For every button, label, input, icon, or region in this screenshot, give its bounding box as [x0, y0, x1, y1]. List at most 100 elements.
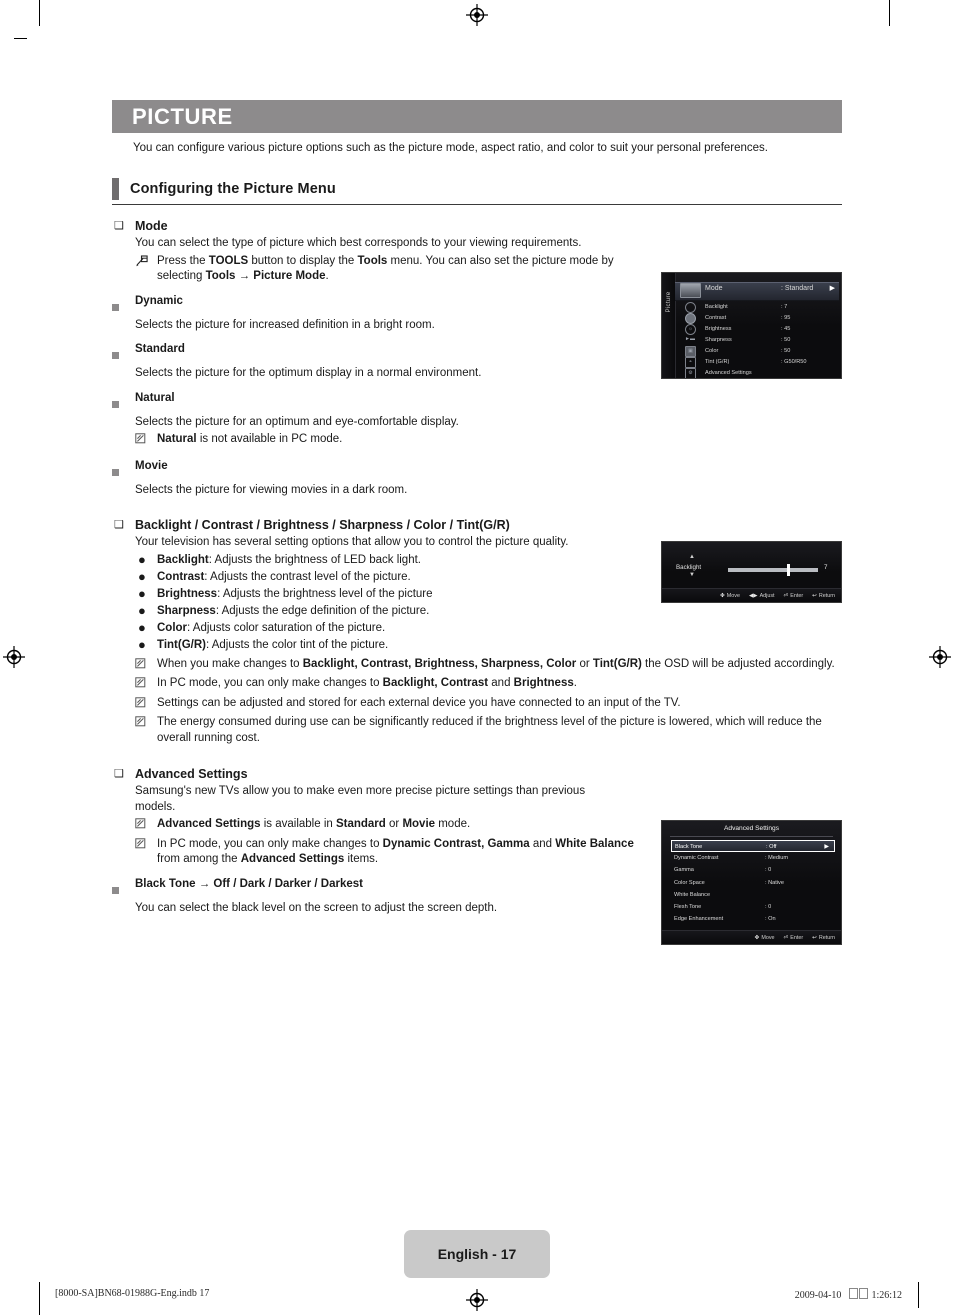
controls-note-2: In PC mode, you can only make changes to…	[135, 676, 842, 694]
control-desc-color: : Adjusts color saturation of the pictur…	[187, 621, 386, 634]
crop-mark-top-left-h	[14, 38, 27, 39]
down-arrow-icon[interactable]: ▼	[689, 572, 695, 578]
osd-row-brightness[interactable]: Brightness : 45	[705, 324, 841, 335]
osd-row-contrast[interactable]: Contrast : 95	[705, 313, 841, 324]
osd-row-sharpness[interactable]: Sharpness : 50	[705, 335, 841, 346]
note1-p2: or	[576, 657, 593, 670]
footer-timestamp-time: 1:26:12	[871, 1290, 902, 1301]
crop-mark-top-right	[889, 0, 890, 26]
missing-glyph-icon	[849, 1288, 859, 1299]
mode-intro: You can select the type of picture which…	[135, 237, 582, 249]
note-pencil-icon	[135, 432, 157, 450]
osd-row-backlight[interactable]: Backlight : 7	[705, 302, 841, 313]
footer-return[interactable]: ↩ Return	[812, 935, 835, 941]
backlight-slider-handle[interactable]	[787, 564, 790, 576]
osd-adv-row-edge-enhancement[interactable]: Edge Enhancement : On	[671, 913, 835, 925]
advanced-black-tone: Black Tone → Off / Dark / Darker / Darke…	[112, 877, 657, 899]
osd-backlight-footer: ✤ Move ◀▶ Adjust ⏎ Enter ↩ Return	[662, 588, 841, 602]
advnote2-p3: from among the	[157, 853, 241, 865]
natural-note-rest: is not available in PC mode.	[196, 433, 343, 445]
control-term-sharpness: Sharpness	[157, 604, 216, 617]
advnote1-b2: Standard	[335, 818, 386, 830]
page-number-label: English - 17	[437, 1246, 517, 1262]
osd-adv-dynamic-contrast-label: Dynamic Contrast	[674, 855, 719, 862]
circle-icon	[685, 302, 696, 313]
osd-adv-row-dynamic-contrast[interactable]: Dynamic Contrast : Medium	[671, 852, 835, 864]
osd-row-mode[interactable]: Mode : Standard ▶	[705, 283, 841, 294]
footer-return-label: Return	[818, 934, 835, 941]
note1-b2: Tint(G/R)	[592, 657, 642, 670]
footer-enter[interactable]: ⏎ Enter	[784, 593, 804, 599]
natural-bold: Natural	[157, 433, 197, 445]
control-desc-backlight: : Adjusts the brightness of LED back lig…	[208, 553, 421, 566]
osd-row-backlight-value: : 7	[781, 304, 788, 310]
topic-controls: ❑ Backlight / Contrast / Brightness / Sh…	[112, 517, 842, 533]
advnote2-p4: items.	[344, 853, 379, 865]
note-pencil-icon	[135, 696, 157, 714]
move-icon: ✤	[754, 934, 760, 941]
up-arrow-icon[interactable]: ▲	[689, 554, 695, 560]
note-pencil-icon	[135, 817, 157, 835]
footer-return-label: Return	[818, 592, 835, 599]
mode-item-natural-desc: Selects the picture for an optimum and e…	[135, 415, 459, 428]
section-heading: Configuring the Picture Menu	[112, 178, 842, 205]
enter-icon: ⏎	[783, 592, 789, 599]
return-icon: ↩	[812, 934, 817, 941]
osd-row-advanced-settings[interactable]: Advanced Settings	[705, 368, 841, 378]
advanced-note-1-text: Advanced Settings is available in Standa…	[157, 817, 657, 835]
control-bullet-color: ● Color: Adjusts color saturation of the…	[135, 620, 657, 636]
footer-move[interactable]: ✤ Move	[755, 935, 775, 941]
mode-tools-note: Press the TOOLS button to display the To…	[135, 254, 657, 285]
osd-row-sharpness-value: : 50	[781, 337, 791, 343]
note1-p1: When you make changes to	[157, 657, 303, 670]
advanced-intro: Samsung's new TVs allow you to make even…	[135, 785, 586, 813]
note2-p1: In PC mode, you can only make changes to	[157, 677, 383, 689]
footer-adjust[interactable]: ◀▶ Adjust	[749, 593, 775, 599]
osd-row-color[interactable]: Color : 50	[705, 346, 841, 357]
osd-adv-row-color-space[interactable]: Color Space : Native	[671, 877, 835, 889]
footer-enter-label: Enter	[790, 934, 804, 941]
footer-enter[interactable]: ⏎ Enter	[784, 935, 804, 941]
advanced-note-2: In PC mode, you can only make changes to…	[135, 837, 657, 868]
chapter-description: You can configure various picture option…	[133, 142, 768, 154]
advnote2-p2: and	[529, 837, 556, 850]
osd-row-contrast-label: Contrast	[705, 315, 727, 321]
advnote2-b3: Advanced Settings	[240, 853, 345, 865]
note-pencil-icon	[135, 676, 157, 694]
osd-adv-row-black-tone[interactable]: Black Tone : Off ▶	[671, 840, 835, 853]
tools-note-part-a: Press the	[157, 254, 209, 267]
controls-note-3: Settings can be adjusted and stored for …	[135, 696, 842, 714]
osd-adv-row-white-balance[interactable]: White Balance	[671, 889, 835, 901]
square-marker-icon	[112, 294, 135, 316]
osd-row-tint[interactable]: Tint (G/R) : G50/R50	[705, 357, 841, 368]
osd-picture-rows: Mode : Standard ▶ Backlight : 7 Contrast…	[705, 273, 841, 378]
osd-picture-tab-label: Picture	[666, 291, 672, 313]
footer-adjust-label: Adjust	[759, 592, 775, 599]
advnote1-b3: Movie	[402, 818, 436, 830]
control-bullet-backlight: ● Backlight: Adjusts the brightness of L…	[135, 552, 657, 568]
topic-mode-heading: Mode	[135, 219, 168, 233]
osd-adv-flesh-tone-value: : 0	[765, 903, 772, 910]
note-pencil-icon	[135, 657, 157, 675]
controls-note-4-text: The energy consumed during use can be si…	[157, 716, 822, 744]
footer-timestamp-date: 2009-04-10	[794, 1290, 842, 1301]
osd-picture-menu: Picture ☼ ►▬ ▣ ◓ ⚙ Mode : Standard ▶ Bac…	[661, 272, 842, 379]
mode-item-natural: Natural	[112, 391, 657, 413]
footer-return[interactable]: ↩ Return	[812, 593, 835, 599]
footer-enter-label: Enter	[790, 592, 804, 599]
osd-picture-tab-column: Picture	[662, 273, 676, 378]
footer-move[interactable]: ✤ Move	[720, 593, 740, 599]
osd-adv-gamma-label: Gamma	[674, 867, 694, 874]
mode-item-standard-name: Standard	[135, 343, 185, 355]
backlight-slider-track[interactable]	[728, 568, 818, 572]
control-term-color: Color	[157, 621, 188, 634]
osd-advanced-footer: ✤ Move ⏎ Enter ↩ Return	[662, 930, 841, 944]
osd-adv-row-gamma[interactable]: Gamma : 0	[671, 864, 835, 876]
note1-b1: Backlight, Contrast, Brightness, Sharpne…	[302, 657, 577, 670]
control-desc-tint: : Adjusts the color tint of the picture.	[205, 638, 389, 651]
control-term-backlight: Backlight	[157, 553, 209, 566]
registration-mark-bottom	[466, 1289, 488, 1311]
black-tone-desc: You can select the black level on the sc…	[135, 901, 498, 914]
osd-adv-row-flesh-tone[interactable]: Flesh Tone : 0	[671, 901, 835, 913]
square-marker-icon	[112, 459, 135, 481]
